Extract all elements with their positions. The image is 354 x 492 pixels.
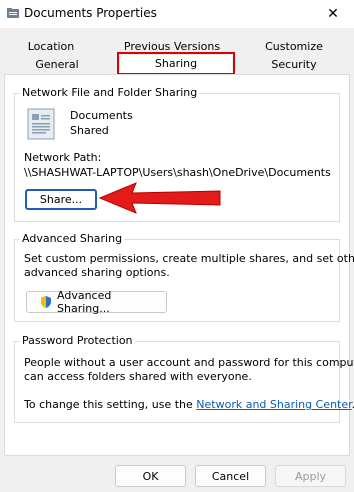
password-protection-line-2: can access folders shared with everyone. — [24, 370, 252, 383]
ok-button[interactable]: OK — [115, 465, 186, 487]
folder-properties-icon — [7, 8, 19, 18]
password-protection-line-1: People without a user account and passwo… — [24, 356, 354, 369]
advanced-sharing-legend: Advanced Sharing — [20, 232, 125, 245]
folder-status: Shared — [70, 124, 109, 137]
document-icon — [27, 108, 55, 140]
advanced-sharing-description-2: advanced sharing options. — [24, 266, 170, 279]
password-protection-line-3-prefix: To change this setting, use the — [24, 398, 197, 411]
tab-location[interactable]: Location — [20, 38, 82, 55]
network-sharing-legend: Network File and Folder Sharing — [20, 86, 200, 99]
close-icon: ✕ — [327, 6, 339, 22]
folder-name: Documents — [70, 109, 133, 122]
cancel-button[interactable]: Cancel — [195, 465, 266, 487]
title-bar: Documents Properties ✕ — [0, 0, 354, 28]
password-protection-line-3: To change this setting, use the Network … — [24, 398, 354, 412]
close-button[interactable]: ✕ — [312, 0, 354, 28]
advanced-sharing-button[interactable]: Advanced Sharing... — [26, 289, 167, 315]
advanced-sharing-description-1: Set custom permissions, create multiple … — [24, 252, 354, 265]
share-button[interactable]: Share... — [25, 189, 97, 210]
tab-security[interactable]: Security — [256, 56, 332, 73]
network-path-value: \\SHASHWAT-LAPTOP\Users\shash\OneDrive\D… — [24, 166, 331, 179]
advanced-sharing-button-label: Advanced Sharing... — [57, 289, 112, 315]
red-arrow-icon — [98, 182, 221, 214]
window-title: Documents Properties — [24, 6, 157, 20]
apply-button[interactable]: Apply — [275, 465, 346, 487]
highlight-box — [117, 52, 235, 75]
password-protection-legend: Password Protection — [20, 334, 135, 347]
tab-customize[interactable]: Customize — [256, 38, 332, 55]
tab-general[interactable]: General — [26, 56, 88, 73]
network-and-sharing-center-link[interactable]: Network and Sharing Center — [196, 398, 351, 411]
network-path-label: Network Path: — [24, 151, 102, 164]
uac-shield-icon — [41, 296, 51, 308]
